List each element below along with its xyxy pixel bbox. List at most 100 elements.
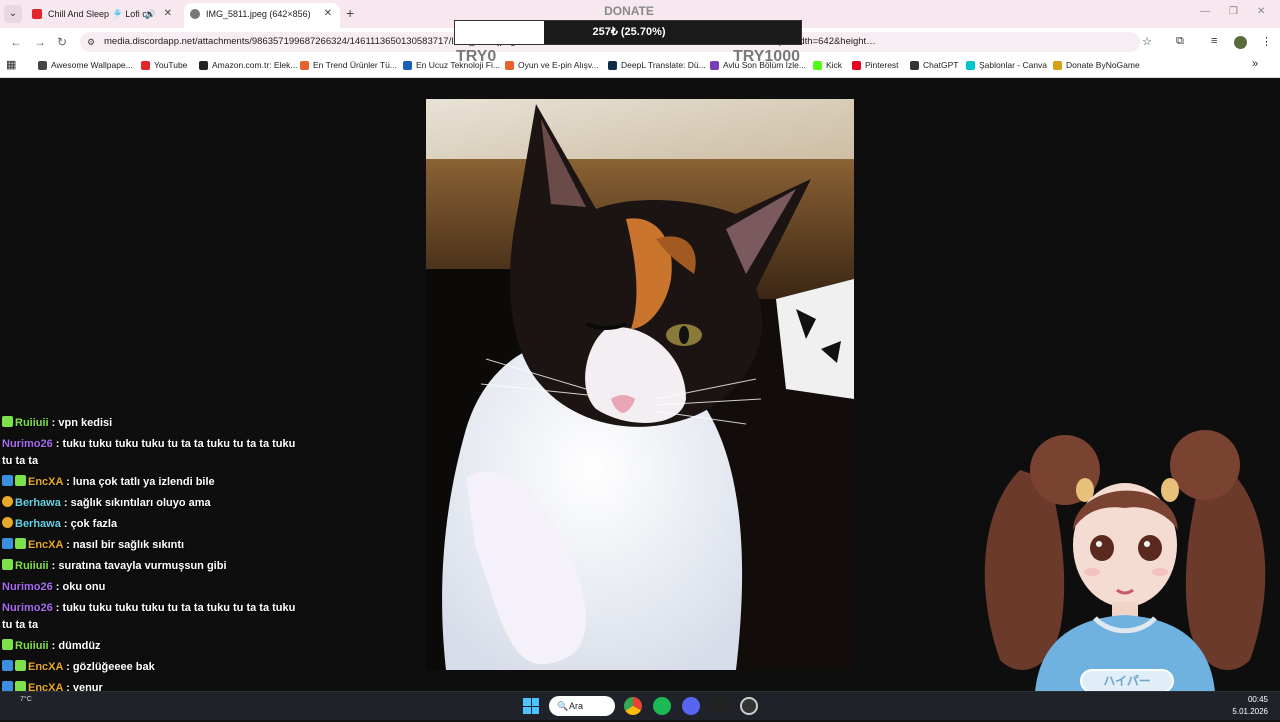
bookmark-item[interactable]: YouTube	[141, 60, 187, 70]
clock-date: 5.01.2026	[1232, 707, 1268, 716]
bookmark-favicon-icon	[910, 61, 919, 70]
green-badge-icon	[2, 559, 13, 570]
bookmark-star-icon[interactable]: ☆	[1142, 35, 1152, 48]
cat-illustration	[426, 99, 854, 670]
donate-max-label: TRY1000	[733, 48, 800, 65]
donate-goal-widget: DONATE 257₺ (25.70%) TRY0 TRY1000	[454, 0, 804, 72]
chat-username[interactable]: Nurimo26	[2, 581, 53, 593]
reload-icon[interactable]: ↻	[57, 35, 67, 49]
restore-icon[interactable]: ❐	[1229, 6, 1238, 17]
bookmark-item[interactable]: Donate ByNoGame	[1053, 60, 1140, 70]
chat-username[interactable]: Ruiiuii	[15, 560, 49, 572]
green-badge-icon	[15, 660, 26, 671]
blue-badge-icon	[2, 475, 13, 486]
avatar-shirt-text: ハイパー	[1103, 674, 1151, 688]
chat-separator: :	[60, 497, 71, 509]
weather-widget[interactable]: 7°C	[20, 696, 32, 703]
chrome-icon[interactable]	[624, 697, 642, 715]
forward-icon[interactable]: →	[34, 35, 46, 49]
chat-username[interactable]: EncXA	[28, 539, 63, 551]
bookmark-item[interactable]: ChatGPT	[910, 60, 958, 70]
windows-logo-icon	[523, 698, 531, 706]
donate-min-label: TRY0	[456, 48, 497, 65]
chat-username[interactable]: Ruiiuii	[15, 640, 49, 652]
vtuber-avatar: ハイパー	[980, 430, 1270, 693]
discord-icon[interactable]	[682, 697, 700, 715]
bookmark-label: ChatGPT	[923, 60, 959, 70]
chat-separator: :	[60, 518, 71, 530]
bookmark-label: Amazon.com.tr: Elek...	[212, 60, 298, 70]
chat-message: EncXA : gözlüğeeee bak	[2, 659, 302, 676]
donate-progress-bar: 257₺ (25.70%)	[454, 20, 802, 45]
chat-message: Berhawa : sağlık sıkıntıları oluyo ama	[2, 495, 302, 512]
cat-photo	[426, 99, 854, 670]
windows-logo-icon	[531, 706, 539, 714]
donate-title: DONATE	[604, 4, 654, 18]
chat-text: çok fazla	[70, 518, 118, 530]
more-bookmarks-icon[interactable]: »	[1252, 58, 1258, 70]
windows-logo-icon	[523, 706, 531, 714]
minimize-icon[interactable]: —	[1200, 6, 1210, 17]
bookmark-favicon-icon	[403, 61, 412, 70]
extensions-icon[interactable]: ⧉	[1176, 35, 1184, 48]
chat-text: sağlık sıkıntıları oluyo ama	[70, 497, 211, 509]
bookmark-item[interactable]: Şablonlar - Canva	[966, 60, 1047, 70]
bookmark-label: Şablonlar - Canva	[979, 60, 1048, 70]
search-label: Ara	[569, 701, 584, 711]
bookmark-favicon-icon	[199, 61, 208, 70]
bookmark-label: Donate ByNoGame	[1066, 60, 1140, 70]
chat-username[interactable]: Ruiiuii	[15, 417, 49, 429]
green-badge-icon	[15, 538, 26, 549]
bookmark-item[interactable]: Pinterest	[852, 60, 899, 70]
tab-title: Chill And Sleep 🎐 Lofi ca	[48, 9, 152, 19]
chat-username[interactable]: Berhawa	[15, 497, 61, 509]
chat-message: Nurimo26 : tuku tuku tuku tuku tu ta ta …	[2, 436, 302, 470]
bookmark-item[interactable]: Amazon.com.tr: Elek...	[199, 60, 298, 70]
donate-percent-text: 257₺ (25.70%)	[592, 26, 666, 38]
start-button[interactable]	[523, 698, 539, 714]
chat-message: Berhawa : çok fazla	[2, 516, 302, 533]
chat-text: suratına tavayla vurmuşsun gibi	[58, 560, 227, 572]
bookmark-item[interactable]: Kick	[813, 60, 842, 70]
bookmark-item[interactable]: En Trend Ürünler Tü...	[300, 60, 397, 70]
chat-username[interactable]: Berhawa	[15, 518, 61, 530]
speaker-icon[interactable]: 🔊	[145, 3, 156, 25]
chat-username[interactable]: Nurimo26	[2, 438, 53, 450]
green-badge-icon	[15, 475, 26, 486]
chat-text: vpn kedisi	[58, 417, 113, 429]
chat-separator: :	[48, 560, 59, 572]
avatar-illustration	[984, 430, 1266, 693]
site-info-icon[interactable]: ⚙	[87, 32, 95, 52]
chat-username[interactable]: EncXA	[28, 661, 63, 673]
new-tab-icon[interactable]: +	[346, 5, 354, 21]
spotify-icon[interactable]	[653, 697, 671, 715]
green-badge-icon	[2, 416, 13, 427]
back-icon[interactable]: ←	[10, 35, 22, 49]
tab-image[interactable]: IMG_5811.jpeg (642×856) ✕	[184, 3, 340, 28]
taskbar-clock[interactable]: 00:45 5.01.2026	[1232, 694, 1268, 718]
globe-favicon-icon	[190, 9, 200, 19]
close-tab-icon[interactable]: ✕	[164, 3, 172, 25]
bookmark-item[interactable]: Awesome Wallpape...	[38, 60, 133, 70]
tab-search-menu-icon[interactable]: ⌄	[4, 5, 22, 23]
clock-time: 00:45	[1247, 695, 1268, 704]
apps-grid-icon[interactable]: ▦	[6, 58, 16, 71]
green-badge-icon	[2, 639, 13, 650]
obs-icon[interactable]	[740, 697, 758, 715]
profile-avatar-icon[interactable]	[1234, 36, 1247, 49]
chat-username[interactable]: Nurimo26	[2, 602, 53, 614]
blue-badge-icon	[2, 538, 13, 549]
more-menu-icon[interactable]: ⋮	[1261, 35, 1272, 48]
close-tab-icon[interactable]: ✕	[324, 3, 332, 25]
media-control-icon[interactable]: ≡	[1211, 35, 1217, 47]
chat-separator: :	[52, 602, 63, 614]
chat-separator: :	[63, 661, 73, 673]
tab-lofi[interactable]: Chill And Sleep 🎐 Lofi ca 🔊 ✕	[26, 3, 180, 28]
chat-message: Nurimo26 : tuku tuku tuku tuku tu ta ta …	[2, 600, 302, 634]
chat-username[interactable]: EncXA	[28, 476, 63, 488]
chat-message: Nurimo26 : oku onu	[2, 579, 302, 596]
chat-text: luna çok tatlı ya izlendi bile	[72, 476, 215, 488]
taskbar-search[interactable]: 🔍 Ara	[549, 696, 615, 716]
close-window-icon[interactable]: ✕	[1257, 6, 1265, 17]
capcut-icon[interactable]	[711, 697, 729, 715]
